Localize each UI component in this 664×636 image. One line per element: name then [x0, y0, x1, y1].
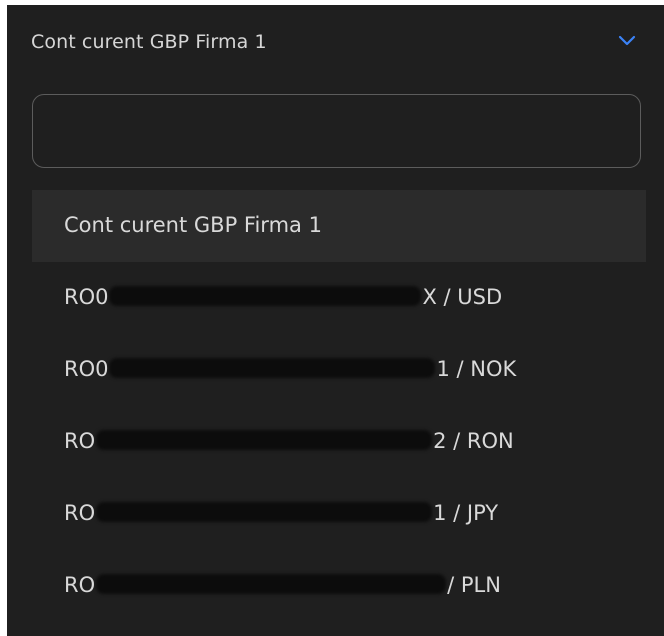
redaction-mark	[109, 358, 436, 378]
redaction-mark	[96, 574, 447, 594]
search-input[interactable]	[33, 95, 640, 167]
option-label: RO 1 / JPY	[64, 499, 498, 527]
iban-suffix: 2 / RON	[433, 429, 514, 453]
option-account-gbp[interactable]: Cont curent GBP Firma 1	[32, 190, 646, 262]
iban-suffix: 1 / NOK	[436, 357, 517, 381]
account-select-header[interactable]: Cont curent GBP Firma 1	[7, 5, 664, 77]
iban-suffix: X / USD	[422, 285, 503, 309]
option-account-jpy[interactable]: RO 1 / JPY	[32, 478, 646, 550]
option-account-usd[interactable]: RO0 X / USD	[32, 262, 646, 334]
chevron-down-icon[interactable]	[617, 32, 637, 46]
iban-suffix: / PLN	[447, 573, 501, 597]
option-account-nok[interactable]: RO0 1 / NOK	[32, 334, 646, 406]
iban-prefix: RO	[64, 501, 96, 525]
option-account-pln[interactable]: RO / PLN	[32, 550, 646, 622]
option-label: RO0 1 / NOK	[64, 355, 516, 383]
iban-prefix: RO0	[64, 357, 109, 381]
iban-prefix: RO	[64, 429, 96, 453]
iban-prefix: RO	[64, 573, 96, 597]
option-label: RO 2 / RON	[64, 427, 514, 455]
option-account-ron[interactable]: RO 2 / RON	[32, 406, 646, 478]
redaction-mark	[109, 286, 422, 306]
option-label: RO0 X / USD	[64, 283, 502, 311]
option-label: Cont curent GBP Firma 1	[64, 213, 322, 237]
search-field[interactable]	[32, 94, 641, 168]
account-select-dropdown: Cont curent GBP Firma 1 Cont curent GBP …	[7, 5, 664, 636]
iban-suffix: 1 / JPY	[433, 501, 499, 525]
selected-account-label: Cont curent GBP Firma 1	[31, 31, 267, 53]
redaction-mark	[96, 430, 433, 450]
option-label: RO / PLN	[64, 571, 501, 599]
iban-prefix: RO0	[64, 285, 109, 309]
redaction-mark	[96, 502, 433, 522]
